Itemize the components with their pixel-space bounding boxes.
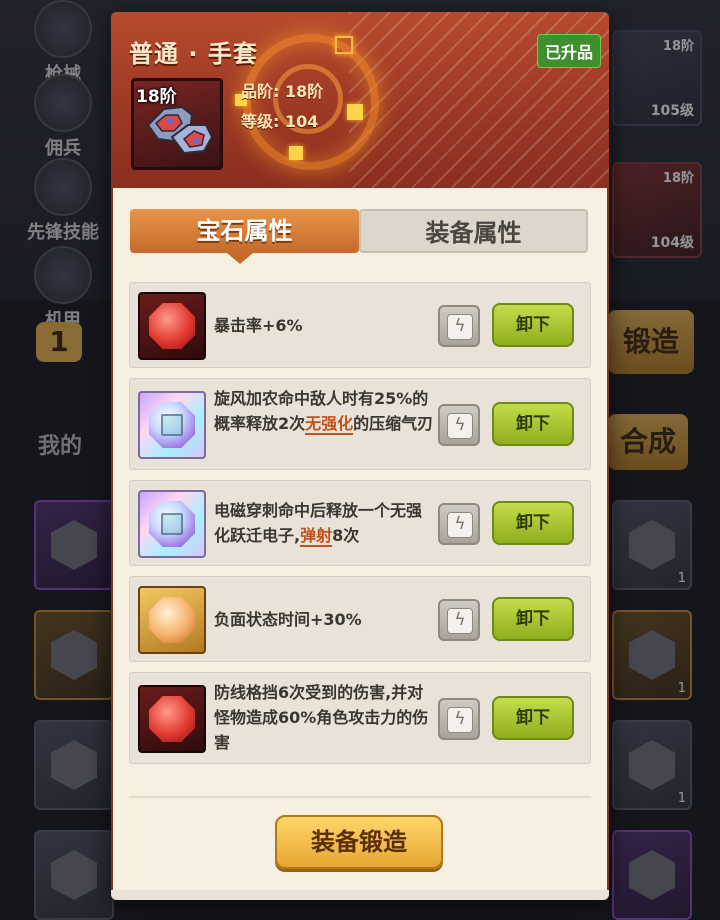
- background-combine-button[interactable]: 合成: [608, 414, 688, 470]
- background-gem-tile[interactable]: [612, 830, 692, 920]
- background-my-label: 我的: [38, 428, 82, 460]
- lightning-icon: ϟ: [447, 707, 473, 733]
- background-gem-tile[interactable]: [34, 720, 114, 810]
- side-item-mecha[interactable]: 机甲: [22, 246, 104, 332]
- unequip-button[interactable]: 卸下: [492, 597, 574, 641]
- gun-icon: [34, 0, 92, 58]
- gem-effect-text: 旋风加农命中敌人时有25%的概率释放2次无强化的压缩气刃: [214, 386, 434, 436]
- forge-label: 锻造: [622, 325, 679, 358]
- hex-gem-icon: [51, 630, 97, 680]
- combine-label: 合成: [619, 425, 676, 458]
- gem-upgrade-button[interactable]: ϟ: [438, 305, 480, 347]
- card-level: 105级: [650, 103, 694, 119]
- equipment-title: 普通 · 手套: [129, 40, 258, 68]
- unequip-button[interactable]: 卸下: [492, 402, 574, 446]
- gem-keyword-link[interactable]: 无强化: [305, 414, 354, 435]
- gem-shape: [149, 303, 195, 349]
- gem-upgrade-button[interactable]: ϟ: [438, 503, 480, 545]
- gem-row: 电磁穿刺命中后释放一个无强化跃迁电子,弹射8次 ϟ 卸下: [129, 480, 591, 566]
- gem-shape: [149, 696, 195, 742]
- lightning-icon: ϟ: [447, 413, 473, 439]
- hex-gem-icon: [51, 740, 97, 790]
- unequip-button[interactable]: 卸下: [492, 696, 574, 740]
- background-counter: 1: [36, 322, 82, 362]
- hex-gem-icon: [629, 850, 675, 900]
- gem-shape: [149, 597, 195, 643]
- hex-gem-icon: [51, 520, 97, 570]
- rainbow-gem-icon: [138, 490, 206, 558]
- gem-keyword-link[interactable]: 弹射: [300, 526, 333, 547]
- skill-icon: [34, 158, 92, 216]
- modal-header: 普通 · 手套 已升品 18阶 品阶: 18阶 等级: 104: [111, 12, 609, 188]
- mecha-icon: [34, 246, 92, 304]
- gem-effect-text: 负面状态时间+30%: [214, 610, 362, 629]
- card-stage: 18阶: [662, 171, 694, 186]
- sparkle-icon: [289, 146, 303, 160]
- background-equip-card[interactable]: 18阶 104级: [612, 162, 702, 258]
- red-gem-icon: [138, 292, 206, 360]
- upgraded-badge: 已升品: [536, 34, 601, 68]
- gem-effect-text: 防线格挡6次受到的伤害,并对怪物造成60%角色攻击力的伤害: [214, 683, 429, 752]
- background-gem-tile[interactable]: 1: [612, 610, 692, 700]
- modal-bottom-edge: [111, 890, 609, 900]
- background-gem-tile[interactable]: 1: [612, 720, 692, 810]
- card-stage: 18阶: [662, 39, 694, 54]
- red-gem-icon: [138, 685, 206, 753]
- unequip-button[interactable]: 卸下: [492, 303, 574, 347]
- sparkle-icon: [347, 104, 363, 120]
- tab-equipment-attributes[interactable]: 装备属性: [359, 209, 588, 253]
- side-item-label: 先锋技能: [27, 222, 99, 243]
- tab-pointer-icon: [227, 253, 253, 264]
- gem-upgrade-button[interactable]: ϟ: [438, 404, 480, 446]
- level-stat: 等级: 104: [241, 112, 319, 131]
- gem-row: 防线格挡6次受到的伤害,并对怪物造成60%角色攻击力的伤害 ϟ 卸下: [129, 672, 591, 764]
- hex-gem-icon: [51, 850, 97, 900]
- gem-effect-part: 的压缩气刃: [353, 414, 434, 433]
- mercenary-icon: [34, 74, 92, 132]
- background-gem-tile[interactable]: [34, 610, 114, 700]
- counter-value: 1: [49, 325, 69, 358]
- card-level: 104级: [650, 235, 694, 251]
- tab-gem-attributes[interactable]: 宝石属性: [130, 209, 359, 253]
- gem-row: 旋风加农命中敌人时有25%的概率释放2次无强化的压缩气刃 ϟ 卸下: [129, 378, 591, 470]
- side-item-mercenary[interactable]: 佣兵: [22, 74, 104, 160]
- lightning-icon: ϟ: [447, 314, 473, 340]
- gem-core: [161, 513, 183, 535]
- attribute-tabs: 宝石属性 装备属性: [130, 209, 588, 253]
- background-gem-tile[interactable]: [34, 500, 114, 590]
- equipment-detail-modal: 普通 · 手套 已升品 18阶 品阶: 18阶 等级: 104 宝石属性 装备属…: [111, 12, 609, 900]
- equipment-forge-button[interactable]: 装备锻造: [275, 815, 443, 869]
- tile-count: 1: [677, 571, 686, 586]
- section-divider: [129, 796, 591, 798]
- background-gem-tile[interactable]: [34, 830, 114, 920]
- lightning-icon: ϟ: [447, 608, 473, 634]
- equipment-icon-frame: 18阶: [131, 78, 223, 170]
- lightning-icon: ϟ: [447, 512, 473, 538]
- background-gem-tile[interactable]: 1: [612, 500, 692, 590]
- side-item-label: 佣兵: [45, 138, 81, 159]
- hex-gem-icon: [629, 520, 675, 570]
- sparkle-icon: [335, 36, 353, 54]
- background-forge-button[interactable]: 锻造: [608, 310, 694, 374]
- my-label-text: 我的: [38, 434, 83, 459]
- gem-upgrade-button[interactable]: ϟ: [438, 599, 480, 641]
- gem-effect-part: 8次: [332, 526, 360, 545]
- tile-count: 1: [677, 791, 686, 806]
- gem-row: 负面状态时间+30% ϟ 卸下: [129, 576, 591, 662]
- orange-gem-icon: [138, 586, 206, 654]
- rainbow-gem-icon: [138, 391, 206, 459]
- gem-upgrade-button[interactable]: ϟ: [438, 698, 480, 740]
- equipment-stage: 18阶: [136, 87, 177, 107]
- gem-effect-text: 暴击率+6%: [214, 316, 303, 335]
- gem-row: 暴击率+6% ϟ 卸下: [129, 282, 591, 368]
- quality-stat: 品阶: 18阶: [241, 82, 324, 101]
- hex-gem-icon: [629, 740, 675, 790]
- tile-count: 1: [677, 681, 686, 696]
- gem-effect-text: 电磁穿刺命中后释放一个无强化跃迁电子,弹射8次: [214, 498, 434, 548]
- gem-core: [161, 414, 183, 436]
- unequip-button[interactable]: 卸下: [492, 501, 574, 545]
- side-item-vanguard-skill[interactable]: 先锋技能: [22, 158, 104, 244]
- hex-gem-icon: [629, 630, 675, 680]
- background-equip-card[interactable]: 18阶 105级: [612, 30, 702, 126]
